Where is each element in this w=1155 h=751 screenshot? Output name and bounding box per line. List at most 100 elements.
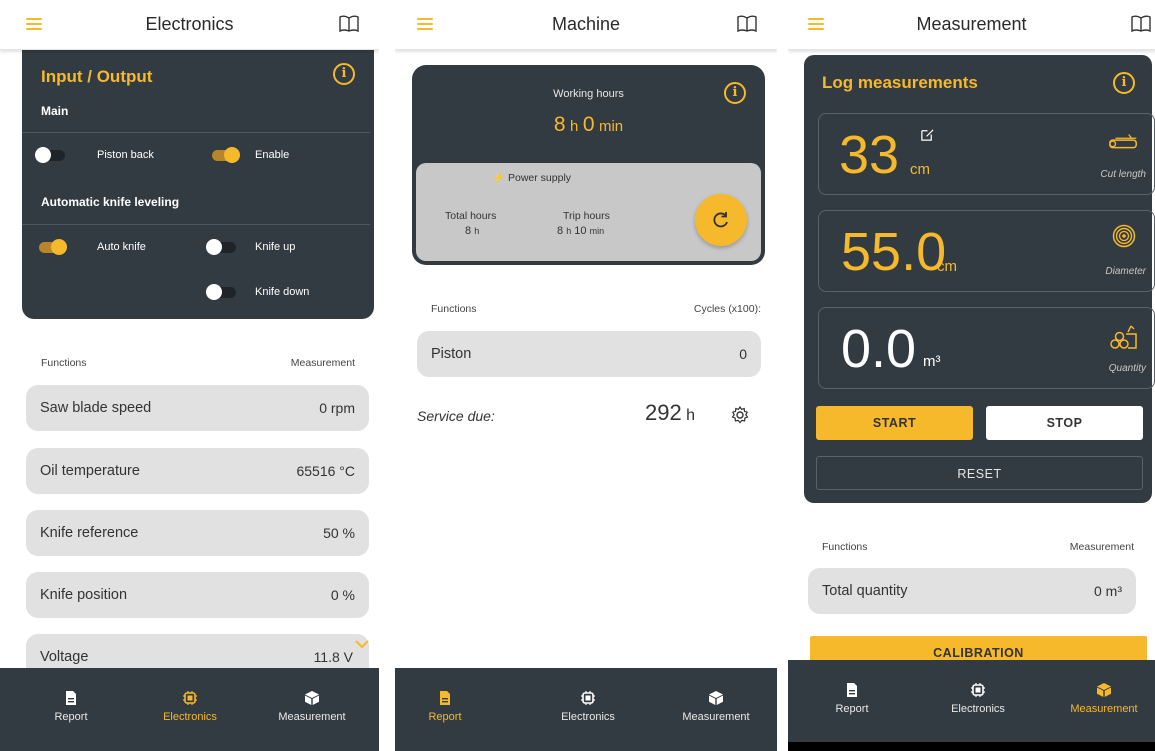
row-label: Total quantity bbox=[822, 583, 908, 599]
info-icon[interactable]: i bbox=[1113, 72, 1135, 94]
diameter-unit: cm bbox=[937, 258, 957, 275]
refresh-icon bbox=[713, 212, 728, 228]
total-hours-value: 8 h bbox=[465, 225, 479, 237]
knife-down-label: Knife down bbox=[255, 286, 310, 298]
functions-header: Functions bbox=[822, 541, 868, 553]
nav-report-label: Report bbox=[835, 703, 869, 715]
nav-measurement-label: Measurement bbox=[682, 711, 750, 723]
min-unit: min bbox=[598, 118, 624, 135]
oil-temperature-row: Oil temperature 65516 °C bbox=[26, 448, 369, 494]
knife-up-label: Knife up bbox=[255, 241, 296, 253]
auto-knife-toggle[interactable] bbox=[35, 239, 67, 255]
power-supply-label: Power supply bbox=[508, 172, 572, 184]
manual-book-icon[interactable] bbox=[339, 15, 359, 33]
measurement-header: Measurement bbox=[290, 357, 355, 369]
cube-icon bbox=[305, 691, 319, 705]
functions-header: Functions bbox=[431, 303, 477, 315]
manual-book-icon[interactable] bbox=[737, 15, 757, 33]
row-label: Voltage bbox=[40, 649, 89, 665]
row-value: 11.8 V bbox=[313, 649, 353, 665]
log-icon bbox=[1109, 134, 1137, 149]
diameter-box[interactable]: 55.0 cm Diameter bbox=[818, 210, 1155, 292]
trip-hours-h: 8 bbox=[557, 225, 564, 237]
hours-panel: ⚡ Power supply Total hours 8 h Trip hour… bbox=[416, 163, 761, 261]
h-unit: h bbox=[474, 226, 480, 236]
cycles-header: Cycles (x100): bbox=[693, 303, 761, 315]
chip-icon bbox=[581, 691, 595, 705]
chevron-down-icon[interactable] bbox=[355, 640, 369, 648]
row-value: 0 bbox=[739, 346, 747, 362]
quantity-box[interactable]: 0.0 m³ Quantity bbox=[818, 307, 1155, 389]
quantity-label: Quantity bbox=[1108, 363, 1146, 374]
nav-report-label: Report bbox=[428, 711, 462, 723]
io-card-title: Input / Output bbox=[41, 67, 153, 86]
row-value: 50 % bbox=[323, 525, 355, 541]
row-value: 0 rpm bbox=[319, 400, 355, 416]
edit-icon[interactable] bbox=[920, 127, 935, 142]
auto-level-section-label: Automatic knife leveling bbox=[41, 195, 180, 209]
knife-up-toggle[interactable] bbox=[206, 239, 238, 255]
nav-report-label: Report bbox=[54, 711, 88, 723]
saw-blade-speed-row: Saw blade speed 0 rpm bbox=[26, 385, 369, 431]
top-bar: Measurement bbox=[788, 0, 1155, 50]
bottom-nav: Report Electronics Measurement bbox=[395, 668, 777, 751]
total-hours-number: 8 bbox=[465, 225, 472, 237]
diameter-label: Diameter bbox=[1105, 266, 1146, 277]
settings-gear-icon[interactable] bbox=[730, 405, 750, 425]
row-value: 65516 °C bbox=[296, 463, 355, 479]
working-hours-h: 8 bbox=[553, 113, 566, 136]
report-icon bbox=[66, 691, 76, 705]
reset-trip-button[interactable] bbox=[695, 194, 747, 246]
tree-rings-icon bbox=[1112, 224, 1136, 248]
log-pile-icon bbox=[1110, 325, 1137, 349]
nav-report[interactable]: Report bbox=[21, 690, 121, 723]
enable-label: Enable bbox=[255, 149, 290, 161]
nav-report[interactable]: Report bbox=[395, 690, 495, 723]
total-quantity-row: Total quantity 0 m³ bbox=[808, 568, 1136, 614]
cut-length-box[interactable]: 33 cm Cut length bbox=[818, 113, 1155, 195]
start-button[interactable]: START bbox=[816, 406, 973, 440]
enable-toggle[interactable] bbox=[208, 147, 240, 163]
system-bar bbox=[788, 742, 1155, 751]
working-hours-label: Working hours bbox=[553, 88, 624, 100]
bottom-nav: Report Electronics Measurement bbox=[0, 668, 379, 751]
divider bbox=[22, 132, 370, 133]
h-unit: h bbox=[566, 226, 572, 236]
top-bar: Machine bbox=[395, 0, 777, 50]
nav-measurement[interactable]: Measurement bbox=[1054, 682, 1154, 715]
nav-electronics[interactable]: Electronics bbox=[140, 690, 240, 723]
trip-hours-min: 10 bbox=[574, 225, 587, 237]
auto-knife-label: Auto knife bbox=[97, 241, 146, 253]
row-label: Saw blade speed bbox=[40, 400, 152, 416]
piston-back-toggle[interactable] bbox=[35, 147, 67, 163]
io-card: Input / Output i Main Piston back Enable… bbox=[22, 40, 374, 319]
nav-electronics-label: Electronics bbox=[951, 703, 1005, 715]
quantity-value: 0.0 bbox=[841, 319, 917, 379]
info-icon[interactable]: i bbox=[724, 82, 746, 104]
cut-length-label: Cut length bbox=[1100, 169, 1146, 180]
nav-electronics[interactable]: Electronics bbox=[538, 690, 638, 723]
row-value: 0 m³ bbox=[1094, 583, 1122, 599]
manual-book-icon[interactable] bbox=[1131, 15, 1151, 33]
info-icon[interactable]: i bbox=[333, 63, 355, 85]
trip-hours-label: Trip hours bbox=[563, 210, 610, 222]
stop-button[interactable]: STOP bbox=[986, 406, 1143, 440]
nav-report[interactable]: Report bbox=[802, 682, 902, 715]
service-due-unit: h bbox=[686, 407, 696, 424]
functions-header: Functions bbox=[41, 357, 87, 369]
working-hours-value: 8 h 0 min bbox=[412, 113, 765, 137]
electronics-screen: Electronics Input / Output i Main Piston… bbox=[0, 0, 379, 751]
row-label: Knife position bbox=[40, 587, 128, 603]
piston-back-label: Piston back bbox=[97, 149, 154, 161]
knife-down-toggle[interactable] bbox=[206, 284, 238, 300]
reset-button[interactable]: RESET bbox=[816, 456, 1143, 490]
card-title: Log measurements bbox=[822, 73, 978, 92]
nav-measurement[interactable]: Measurement bbox=[666, 690, 766, 723]
nav-electronics[interactable]: Electronics bbox=[928, 682, 1028, 715]
total-hours-label: Total hours bbox=[445, 210, 497, 222]
knife-reference-row: Knife reference 50 % bbox=[26, 510, 369, 556]
page-title: Measurement bbox=[916, 14, 1027, 34]
measurement-screen: Measurement Log measurements i 33 cm Cut… bbox=[788, 0, 1155, 751]
top-bar: Electronics bbox=[0, 0, 379, 50]
nav-measurement[interactable]: Measurement bbox=[262, 690, 362, 723]
